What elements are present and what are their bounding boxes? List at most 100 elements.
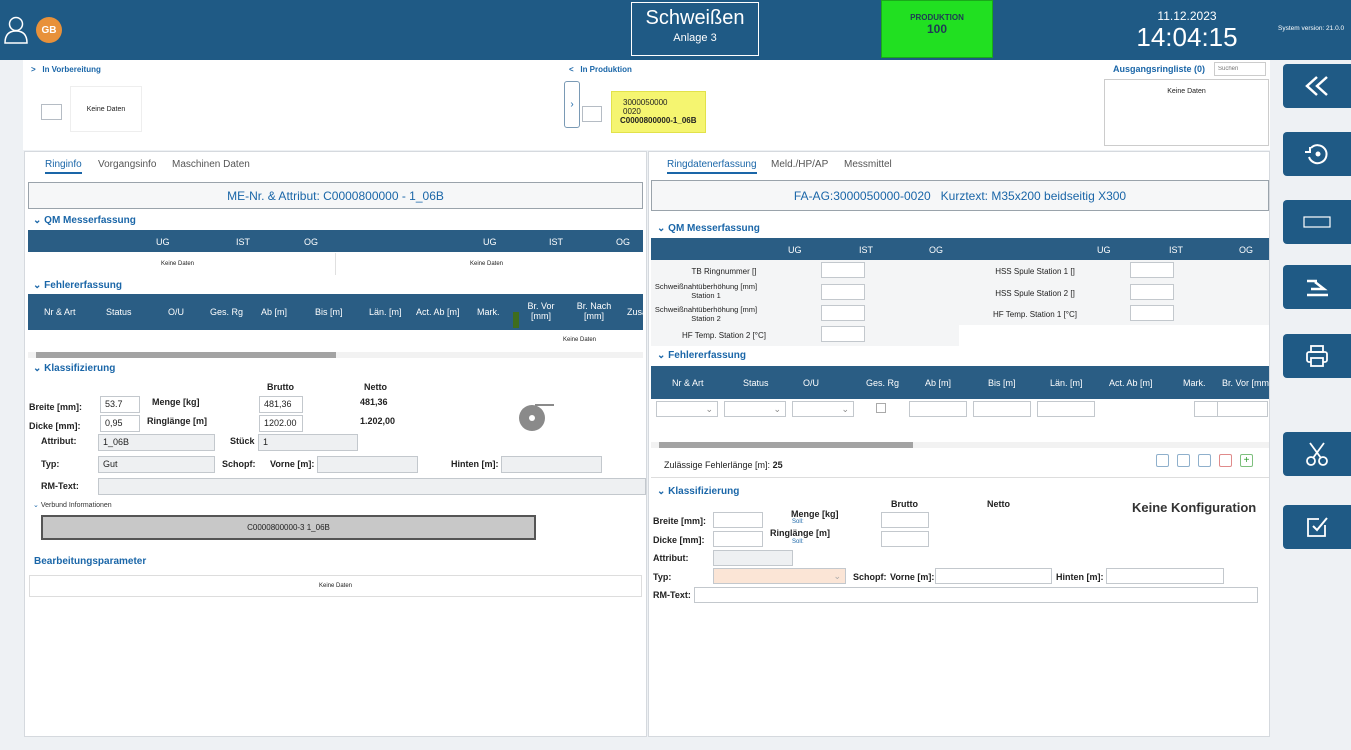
tab-meld-hp-ap[interactable]: Meld./HP/AP bbox=[771, 159, 828, 170]
menge-netto: 481,36 bbox=[360, 397, 388, 407]
fe-col: Bis [m] bbox=[315, 307, 343, 317]
scissors-icon[interactable] bbox=[1283, 432, 1351, 476]
move-right-button[interactable]: › bbox=[564, 81, 580, 128]
fe-col: Län. [m] bbox=[369, 307, 402, 317]
qm-col: OG bbox=[304, 237, 319, 247]
prep-header[interactable]: > In Vorbereitung bbox=[31, 65, 101, 74]
breite-label: Breite [mm]: bbox=[29, 402, 83, 412]
rm-text-field[interactable] bbox=[694, 587, 1258, 603]
expand-icon[interactable] bbox=[1177, 454, 1190, 467]
fe-col: Act. Ab [m] bbox=[1109, 378, 1153, 388]
qm-ist-input[interactable] bbox=[821, 305, 865, 321]
calculator-icon[interactable] bbox=[1156, 454, 1169, 467]
ringlaenge-brutto-field[interactable] bbox=[881, 531, 929, 547]
search-input[interactable] bbox=[1214, 62, 1266, 76]
rm-text-field[interactable] bbox=[98, 478, 646, 495]
qm-header-row: UG IST OG UG IST OG bbox=[28, 230, 643, 252]
fe-scrollbar[interactable] bbox=[651, 442, 1269, 448]
hinten-field[interactable] bbox=[1106, 568, 1224, 584]
prod-checkbox[interactable] bbox=[582, 106, 602, 122]
fe-section-header[interactable]: ⌄ Fehlererfassung bbox=[657, 350, 746, 361]
rm-text-label: RM-Text: bbox=[41, 481, 79, 491]
fe-empty: Keine Daten bbox=[563, 337, 597, 343]
vorne-field[interactable] bbox=[317, 456, 418, 473]
status-select[interactable]: ⌄ bbox=[724, 401, 786, 417]
menge-brutto-field[interactable] bbox=[881, 512, 929, 528]
kl-section-header[interactable]: ⌄ Klassifizierung bbox=[657, 486, 739, 497]
prod-header[interactable]: < In Produktion bbox=[569, 65, 632, 74]
qm-ist-input[interactable] bbox=[1130, 305, 1174, 321]
user-icon[interactable] bbox=[4, 16, 28, 44]
brutto-header: Brutto bbox=[891, 499, 918, 509]
tab-ringinfo[interactable]: Ringinfo bbox=[45, 159, 82, 174]
br-vor-input[interactable] bbox=[1217, 401, 1268, 417]
fe-section-header[interactable]: ⌄ Fehlererfassung bbox=[33, 280, 122, 291]
reset-icon[interactable] bbox=[1283, 132, 1351, 176]
verbund-button[interactable]: C0000800000-3 1_06B bbox=[41, 515, 536, 540]
dicke-field[interactable]: 0,95 bbox=[100, 415, 140, 432]
tab-messmittel[interactable]: Messmittel bbox=[844, 159, 892, 170]
qm-section-header[interactable]: ⌄ QM Messerfassung bbox=[657, 223, 760, 234]
station-title: Schweißen bbox=[645, 7, 745, 29]
nr-art-select[interactable]: ⌄ bbox=[656, 401, 718, 417]
attribut-field[interactable] bbox=[713, 550, 793, 566]
station-subtitle: Anlage 3 bbox=[673, 32, 717, 44]
qm-ist-input[interactable] bbox=[1130, 262, 1174, 278]
avatar[interactable]: GB bbox=[36, 17, 62, 43]
allowed-value: 25 bbox=[772, 460, 783, 470]
hinten-field[interactable] bbox=[501, 456, 602, 473]
qm-ist-input[interactable] bbox=[821, 284, 865, 300]
fe-col: Act. Ab [m] bbox=[416, 307, 460, 317]
fe-col: Nr & Art bbox=[672, 378, 704, 388]
kl-section-header[interactable]: ⌄ Klassifizierung bbox=[33, 363, 115, 374]
station-box: Schweißen Anlage 3 bbox=[631, 2, 759, 56]
qm-title: QM Messerfassung bbox=[668, 223, 760, 234]
right-panel: Ringdatenerfassung Meld./HP/AP Messmitte… bbox=[648, 151, 1270, 737]
typ-field[interactable]: Gut bbox=[98, 456, 215, 473]
stueck-field[interactable]: 1 bbox=[258, 434, 358, 451]
attribut-field[interactable]: 1_06B bbox=[98, 434, 215, 451]
window-icon[interactable] bbox=[1283, 200, 1351, 244]
hinten-label: Hinten [m]: bbox=[451, 459, 499, 469]
qm-ist-input[interactable] bbox=[821, 326, 865, 342]
breite-field[interactable]: 53.7 bbox=[100, 396, 140, 413]
qm-ist-input[interactable] bbox=[1130, 284, 1174, 300]
breite-field[interactable] bbox=[713, 512, 763, 528]
dicke-field[interactable] bbox=[713, 531, 763, 547]
prep-label: In Vorbereitung bbox=[42, 65, 101, 74]
production-card[interactable]: 3000050000 0020 C0000800000-1_06B bbox=[611, 91, 706, 133]
tab-ringdatenerfassung[interactable]: Ringdatenerfassung bbox=[667, 159, 757, 174]
rewind-icon[interactable] bbox=[1283, 64, 1351, 108]
vorne-field[interactable] bbox=[935, 568, 1052, 584]
ramp-icon[interactable] bbox=[1283, 265, 1351, 309]
fe-scrollbar[interactable] bbox=[28, 352, 643, 358]
delete-icon[interactable] bbox=[1219, 454, 1232, 467]
typ-select[interactable]: ⌄ bbox=[713, 568, 846, 584]
ringlaenge-brutto-field[interactable]: 1202.00 bbox=[259, 415, 303, 432]
verbund-header[interactable]: ⌄ Verbund Informationen bbox=[33, 501, 112, 509]
add-icon[interactable]: + bbox=[1240, 454, 1253, 467]
ou-select[interactable]: ⌄ bbox=[792, 401, 854, 417]
tab-maschinen-daten[interactable]: Maschinen Daten bbox=[172, 159, 250, 170]
top-bar: GB Schweißen Anlage 3 PRODUKTION 100 11.… bbox=[0, 0, 1351, 60]
laenge-input[interactable] bbox=[1037, 401, 1095, 417]
netto-header: Netto bbox=[364, 382, 387, 392]
clock: 11.12.2023 14:04:15 bbox=[1128, 9, 1246, 51]
ab-input[interactable] bbox=[909, 401, 967, 417]
printer-icon[interactable] bbox=[1283, 334, 1351, 378]
card-material: C0000800000-1_06B bbox=[620, 116, 697, 125]
left-panel: Ringinfo Vorgangsinfo Maschinen Daten ME… bbox=[24, 151, 647, 737]
status-label: PRODUKTION bbox=[910, 13, 964, 22]
qm-ist-input[interactable] bbox=[821, 262, 865, 278]
prep-checkbox[interactable] bbox=[41, 104, 62, 120]
qm-title: QM Messerfassung bbox=[44, 215, 136, 226]
bis-input[interactable] bbox=[973, 401, 1031, 417]
fe-col: Ges. Rg bbox=[210, 307, 244, 317]
save-icon[interactable] bbox=[1198, 454, 1211, 467]
menge-brutto-field[interactable]: 481,36 bbox=[259, 396, 303, 413]
qm-section-header[interactable]: ⌄ QM Messerfassung bbox=[33, 215, 136, 226]
tab-vorgangsinfo[interactable]: Vorgangsinfo bbox=[98, 159, 156, 170]
ges-rg-checkbox[interactable] bbox=[876, 403, 886, 413]
checkbox-icon[interactable] bbox=[1283, 505, 1351, 549]
fe-col: Br. Nach [mm] bbox=[576, 301, 612, 321]
